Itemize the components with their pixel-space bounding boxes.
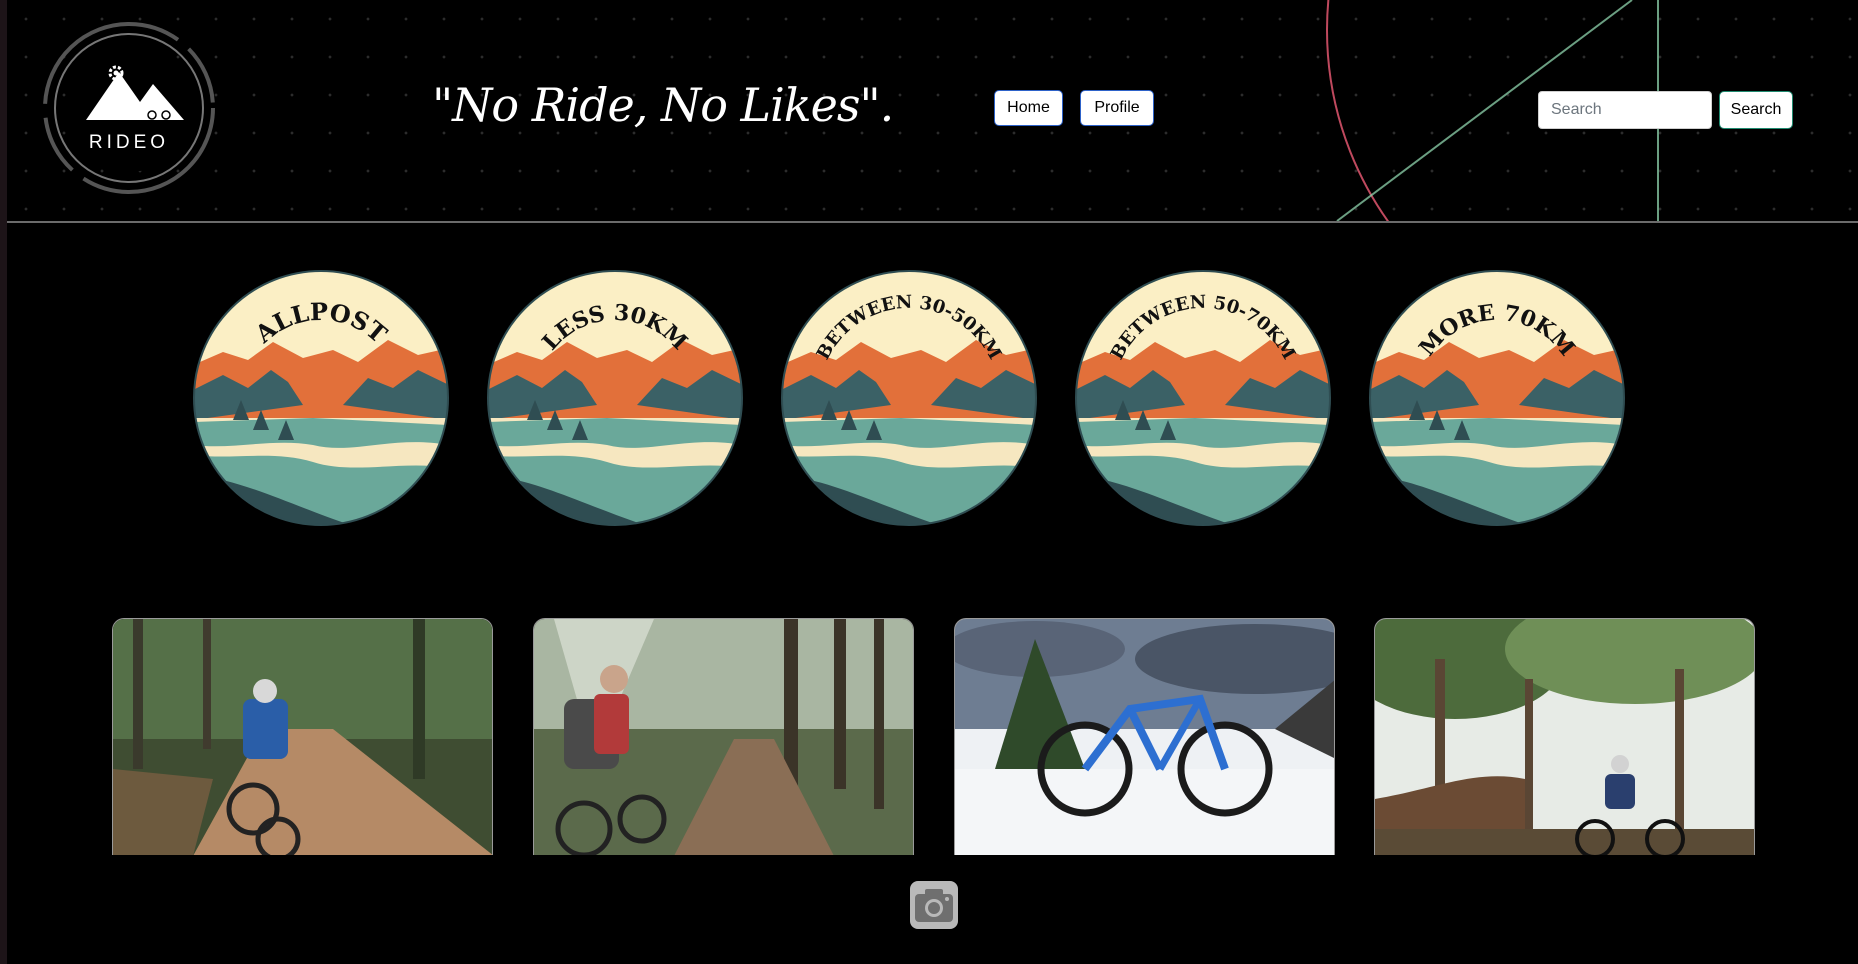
post-photo	[534, 619, 913, 855]
post-card-4[interactable]	[1374, 618, 1755, 855]
site-header: RIDEO "No Ride, No Likes". Home Profile …	[7, 0, 1858, 223]
rideo-logo[interactable]: RIDEO	[39, 18, 219, 198]
post-card-2[interactable]	[533, 618, 914, 855]
logo-text: RIDEO	[89, 132, 169, 153]
category-badge-less-30km[interactable]: LESS 30KM	[487, 270, 743, 526]
camera-icon[interactable]	[909, 880, 959, 930]
category-badge-between-30-50km[interactable]: BETWEEN 30-50KM	[781, 270, 1037, 526]
category-badge-more-70km[interactable]: MORE 70KM	[1369, 270, 1625, 526]
post-photo	[955, 619, 1334, 855]
slogan: "No Ride, No Likes".	[432, 78, 894, 132]
left-edge-strip	[0, 0, 7, 964]
post-photo	[1375, 619, 1754, 855]
search-input[interactable]	[1538, 91, 1712, 129]
search-button[interactable]: Search	[1719, 91, 1793, 129]
home-button[interactable]: Home	[994, 90, 1063, 126]
profile-button[interactable]: Profile	[1080, 90, 1154, 126]
post-photo	[113, 619, 492, 855]
post-card-1[interactable]	[112, 618, 493, 855]
category-badge-between-50-70km[interactable]: BETWEEN 50-70KM	[1075, 270, 1331, 526]
category-badge-allpost[interactable]: ALLPOST	[193, 270, 449, 526]
post-card-3[interactable]	[954, 618, 1335, 855]
